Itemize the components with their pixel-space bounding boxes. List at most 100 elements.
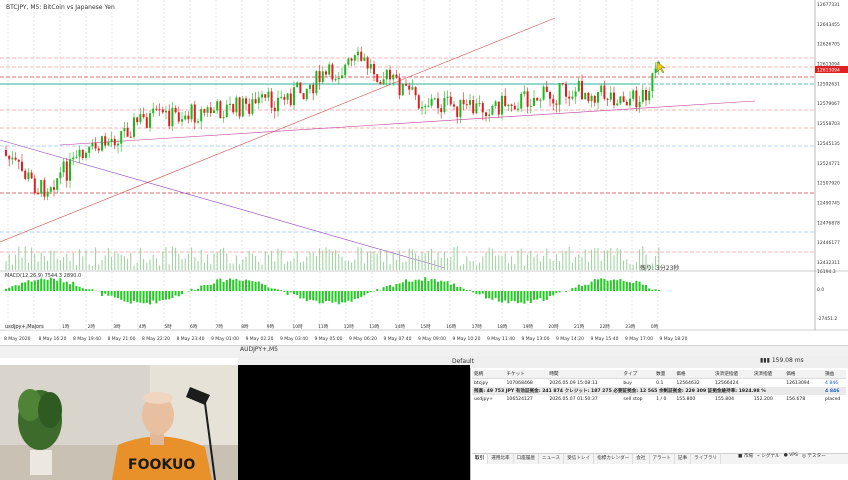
candle-body (142, 114, 145, 118)
col-header[interactable]: 銘柄 (472, 370, 505, 379)
macd-bar (462, 288, 465, 291)
col-header[interactable]: 数量 (654, 370, 675, 379)
price-chart[interactable]: 12677331 12643455 12626705 12613094 12592631… (0, 0, 848, 345)
macd-bar (305, 291, 308, 302)
candle-body (459, 99, 462, 117)
candle-body (248, 103, 251, 114)
macd-bar (565, 291, 567, 292)
tab-exposure[interactable]: 運用比率 (488, 454, 514, 464)
macd-bar (360, 291, 363, 297)
candle-body (568, 96, 571, 99)
macd-bar (315, 291, 318, 301)
macd-bar (267, 287, 270, 291)
chart-tab[interactable]: AUDJPY+,M5 (240, 346, 278, 353)
table-row[interactable]: usdjpy+ 106524127 2026.05.07 01:50:37 se… (472, 395, 846, 403)
macd-bar (411, 281, 414, 291)
time-label: 8 May 16:20 (39, 336, 67, 342)
macd-tick-label: -27451.2 (817, 316, 837, 322)
candle-body (424, 106, 427, 108)
hour-label: 14時 (395, 324, 406, 330)
macd-bar (30, 281, 33, 291)
candle-body (53, 187, 55, 190)
price-tick-label: 12432311 (817, 260, 840, 266)
candle-body (184, 115, 187, 120)
candle-body (107, 141, 110, 146)
candle-body (590, 95, 593, 102)
candle-body (539, 99, 542, 101)
macd-bar (501, 291, 503, 303)
candle-body (133, 117, 135, 137)
macd-bar (264, 285, 267, 291)
macd-bar (421, 280, 423, 291)
candle-body (587, 93, 590, 102)
tab-calendar[interactable]: 指標カレンダー (594, 454, 634, 464)
tab-mailbox[interactable]: 受信トレイ (564, 454, 595, 464)
macd-bar (49, 277, 52, 291)
tester-button[interactable]: ◎ テスター (802, 453, 826, 459)
candle-body (46, 191, 49, 197)
tab-library[interactable]: ライブラリ (691, 454, 722, 464)
col-header[interactable]: 価格 (674, 370, 714, 379)
macd-bar (427, 281, 430, 291)
price-tick-label: 12592631 (817, 81, 840, 87)
market-button[interactable]: ■ 市場 (738, 453, 753, 459)
hour-label: 9時 (267, 324, 275, 330)
col-header[interactable]: 決済指値 (751, 370, 785, 379)
signals-button[interactable]: ⌁ シグナル (757, 453, 780, 459)
macd-bar (408, 281, 411, 291)
macd-bar (632, 282, 635, 291)
tab-alerts[interactable]: アラート (650, 454, 675, 464)
hour-label: 12時 (344, 324, 355, 330)
macd-bar (283, 291, 286, 292)
macd-bar (165, 291, 167, 300)
macd-bar (600, 278, 603, 291)
col-header[interactable]: タイプ (621, 370, 655, 379)
tab-history[interactable]: 口座履歴 (514, 454, 539, 464)
macd-bar (510, 291, 513, 301)
col-header[interactable]: 時間 (547, 370, 622, 379)
time-label: 9 May 11:40 (487, 336, 515, 342)
candle-body (597, 92, 599, 103)
tab-company[interactable]: 会社 (633, 454, 650, 464)
tab-news[interactable]: ニュース (539, 454, 565, 464)
candle-body (433, 98, 436, 100)
candle-body (5, 150, 7, 156)
candle-body (501, 95, 503, 115)
macd-bar (225, 280, 228, 291)
col-header[interactable]: 損益 (823, 370, 846, 379)
macd-bar (385, 285, 388, 291)
time-label: 9 May 06:20 (349, 336, 377, 342)
macd-bar (203, 285, 206, 291)
macd-bar (401, 282, 404, 291)
candle-body (197, 121, 199, 123)
candle-body (645, 89, 647, 101)
candle-body (571, 96, 574, 99)
macd-bar (347, 291, 350, 301)
macd-bar (277, 289, 279, 291)
candle-body (264, 94, 267, 98)
table-row[interactable]: btcjpy 107068468 2026.05.09 15:08:11 buy… (472, 379, 846, 388)
candle-body (75, 156, 78, 158)
col-header[interactable]: 価格 (784, 370, 824, 379)
time-label: 9 May 01:00 (211, 336, 239, 342)
col-header[interactable]: 決済逆指値 (713, 370, 752, 379)
candle-body (545, 86, 548, 93)
macd-bar (389, 285, 391, 291)
candle-body (497, 101, 500, 115)
macd-bar (641, 284, 644, 291)
chart-canvas[interactable]: 12677331 12643455 12626705 12613094 12592631… (0, 0, 848, 345)
candle-body (69, 159, 71, 181)
tab-trade[interactable]: 取引 (472, 454, 489, 464)
macd-bar (216, 279, 219, 291)
candle-body (507, 104, 510, 107)
col-header[interactable]: チケット (504, 370, 548, 379)
candle-body (581, 81, 583, 100)
macd-bar (232, 279, 235, 291)
candle-body (261, 94, 263, 98)
tab-articles[interactable]: 記事 (675, 454, 692, 464)
candle-body (302, 93, 305, 100)
macd-bar (293, 291, 295, 295)
vps-button[interactable]: ● VPS (784, 453, 798, 459)
macd-bar (209, 284, 212, 291)
price-tick-label: 12476878 (817, 220, 840, 226)
